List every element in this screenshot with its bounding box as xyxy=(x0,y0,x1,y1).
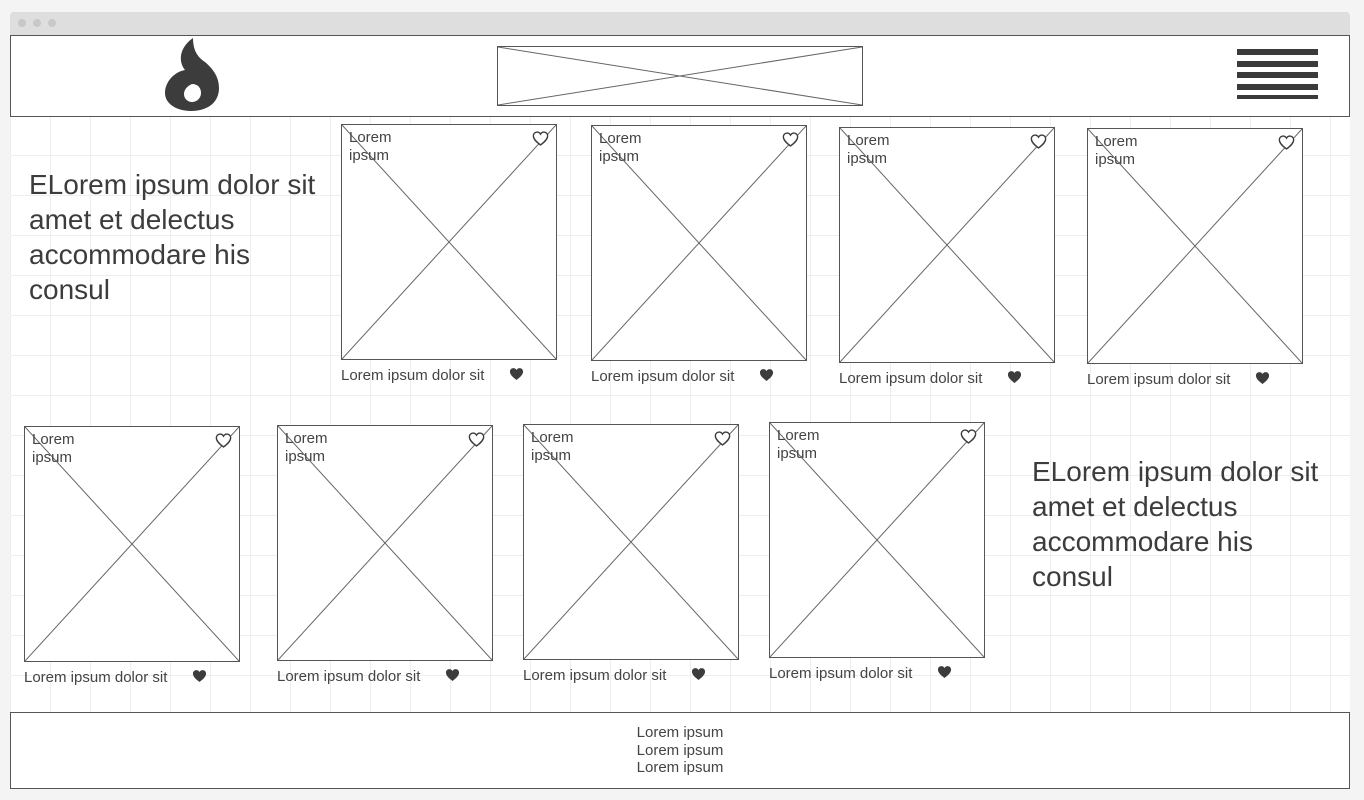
heart-outline-icon[interactable] xyxy=(215,433,232,448)
window-dot-minimize[interactable] xyxy=(33,19,41,27)
intro-text-bottom: ELorem ipsum dolor sit amet et delectus … xyxy=(1032,456,1319,592)
window-dot-close[interactable] xyxy=(18,19,26,27)
heart-outline-icon[interactable] xyxy=(714,431,731,446)
card-image-label: Lorem ipsum xyxy=(847,132,890,167)
card-image-label: Lorem ipsum xyxy=(599,130,642,165)
product-card[interactable]: Lorem ipsum Lorem ipsum dolor sit xyxy=(523,424,739,705)
heart-outline-icon[interactable] xyxy=(960,429,977,444)
card-caption-text: Lorem ipsum dolor sit xyxy=(341,367,485,384)
site-header xyxy=(10,35,1350,117)
card-image-label: Lorem ipsum xyxy=(285,430,328,465)
heart-filled-icon[interactable] xyxy=(445,668,460,682)
heart-filled-icon[interactable] xyxy=(509,367,524,381)
card-caption-text: Lorem ipsum dolor sit xyxy=(839,370,983,387)
card-image-placeholder[interactable]: Lorem ipsum xyxy=(1087,128,1303,364)
window-titlebar xyxy=(10,12,1350,35)
heart-filled-icon[interactable] xyxy=(192,669,207,683)
heart-outline-icon[interactable] xyxy=(1278,135,1295,150)
window-dot-maximize[interactable] xyxy=(48,19,56,27)
card-caption-text: Lorem ipsum dolor sit xyxy=(24,669,168,686)
flame-icon[interactable] xyxy=(163,38,221,112)
heart-filled-icon[interactable] xyxy=(1255,371,1270,385)
heart-outline-icon[interactable] xyxy=(1030,134,1047,149)
card-image-label: Lorem ipsum xyxy=(349,129,392,164)
product-card[interactable]: Lorem ipsum Lorem ipsum dolor sit xyxy=(341,124,557,405)
card-caption-text: Lorem ipsum dolor sit xyxy=(769,665,913,682)
footer-link[interactable]: Lorem ipsum xyxy=(637,742,724,760)
footer-link[interactable]: Lorem ipsum xyxy=(637,759,724,777)
card-caption: Lorem ipsum dolor sit xyxy=(839,368,1055,408)
card-image-placeholder[interactable]: Lorem ipsum xyxy=(341,124,557,360)
card-caption: Lorem ipsum dolor sit xyxy=(277,666,493,706)
product-card[interactable]: Lorem ipsum Lorem ipsum dolor sit xyxy=(591,125,807,406)
card-caption-text: Lorem ipsum dolor sit xyxy=(277,668,421,685)
card-image-placeholder[interactable]: Lorem ipsum xyxy=(24,426,240,662)
card-image-placeholder[interactable]: Lorem ipsum xyxy=(591,125,807,361)
card-image-label: Lorem ipsum xyxy=(1095,133,1138,168)
product-card[interactable]: Lorem ipsum Lorem ipsum dolor sit xyxy=(24,426,240,707)
card-caption-text: Lorem ipsum dolor sit xyxy=(1087,371,1231,388)
card-caption: Lorem ipsum dolor sit xyxy=(341,365,557,405)
heart-filled-icon[interactable] xyxy=(1007,370,1022,384)
card-caption: Lorem ipsum dolor sit xyxy=(24,667,240,707)
footer-link[interactable]: Lorem ipsum xyxy=(637,724,724,742)
heart-filled-icon[interactable] xyxy=(759,368,774,382)
product-card[interactable]: Lorem ipsum Lorem ipsum dolor sit xyxy=(839,127,1055,408)
card-image-label: Lorem ipsum xyxy=(32,431,75,466)
card-caption-text: Lorem ipsum dolor sit xyxy=(591,368,735,385)
card-caption: Lorem ipsum dolor sit xyxy=(1087,369,1303,409)
card-image-placeholder[interactable]: Lorem ipsum xyxy=(523,424,739,660)
product-card[interactable]: Lorem ipsum Lorem ipsum dolor sit xyxy=(277,425,493,706)
intro-text-top: ELorem ipsum dolor sit amet et delectus … xyxy=(29,169,316,305)
card-caption: Lorem ipsum dolor sit xyxy=(523,665,739,705)
card-image-placeholder[interactable]: Lorem ipsum xyxy=(769,422,985,658)
heart-filled-icon[interactable] xyxy=(691,667,706,681)
card-image-placeholder[interactable]: Lorem ipsum xyxy=(839,127,1055,363)
product-card[interactable]: Lorem ipsum Lorem ipsum dolor sit xyxy=(769,422,985,703)
card-image-label: Lorem ipsum xyxy=(777,427,820,462)
header-banner-placeholder xyxy=(497,46,863,106)
card-caption-text: Lorem ipsum dolor sit xyxy=(523,667,667,684)
card-image-label: Lorem ipsum xyxy=(531,429,574,464)
site-footer: Lorem ipsum Lorem ipsum Lorem ipsum xyxy=(10,712,1350,789)
heart-outline-icon[interactable] xyxy=(532,131,549,146)
card-caption: Lorem ipsum dolor sit xyxy=(769,663,985,703)
card-image-placeholder[interactable]: Lorem ipsum xyxy=(277,425,493,661)
hamburger-menu-icon[interactable] xyxy=(1237,49,1318,99)
heart-outline-icon[interactable] xyxy=(782,132,799,147)
heart-filled-icon[interactable] xyxy=(937,665,952,679)
heart-outline-icon[interactable] xyxy=(468,432,485,447)
product-card[interactable]: Lorem ipsum Lorem ipsum dolor sit xyxy=(1087,128,1303,409)
card-caption: Lorem ipsum dolor sit xyxy=(591,366,807,406)
